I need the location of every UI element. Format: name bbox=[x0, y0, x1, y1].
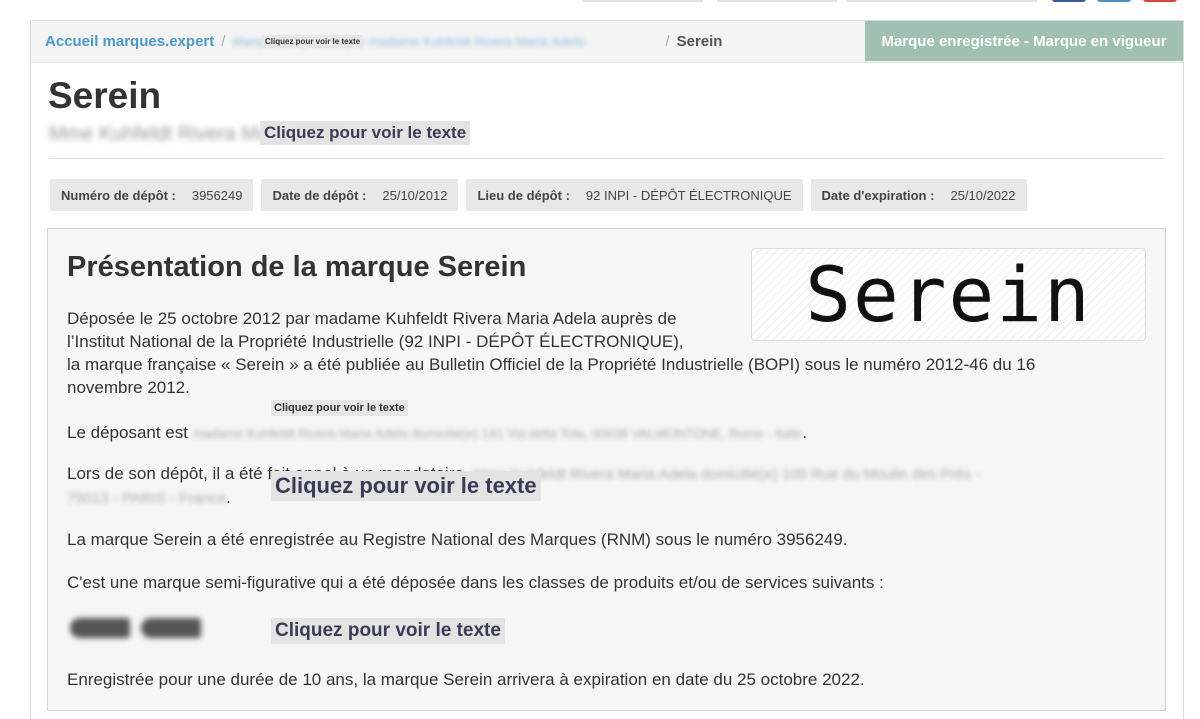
breadcrumb-home-link[interactable]: Accueil marques.expert bbox=[45, 33, 214, 50]
meta-key: Lieu de dépôt : bbox=[477, 187, 570, 203]
text-line: Déposée le 25 octobre 2012 par madame Ku… bbox=[67, 309, 677, 328]
divider bbox=[49, 158, 1164, 159]
text-line: la marque française « Serein » a été pub… bbox=[67, 355, 1036, 374]
paragraph-filing: Déposée le 25 octobre 2012 par madame Ku… bbox=[67, 307, 1035, 399]
agent-hidden: 75013 - PARIS - France bbox=[67, 490, 226, 507]
reveal-text-button[interactable]: Cliquez pour voir le texte bbox=[271, 471, 541, 501]
presentation-heading: Présentation de la marque Serein bbox=[67, 251, 527, 283]
reveal-text-button[interactable]: Cliquez pour voir le texte bbox=[271, 400, 408, 416]
meta-key: Date d'expiration : bbox=[821, 187, 935, 203]
paragraph-agent: Lors de son dépôt, il a été fait appel à… bbox=[67, 462, 1107, 510]
meta-key: Date de dépôt : bbox=[272, 187, 367, 203]
presentation-card: Présentation de la marque Serein Serein … bbox=[47, 228, 1166, 711]
paragraph-registration: La marque Serein a été enregistrée au Re… bbox=[67, 530, 848, 549]
applicant-prefix: Le déposant est bbox=[67, 423, 188, 442]
paragraph-expiration: Enregistrée pour une durée de 10 ans, la… bbox=[67, 670, 865, 689]
meta-value: 25/10/2012 bbox=[382, 187, 448, 203]
facebook-share-icon[interactable] bbox=[1052, 0, 1086, 2]
meta-key: Numéro de dépôt : bbox=[61, 187, 176, 203]
reveal-text-button[interactable]: Cliquez pour voir le texte bbox=[260, 121, 471, 145]
class-badge[interactable] bbox=[70, 618, 130, 638]
meta-expiration-date: Date d'expiration : 25/10/2022 bbox=[810, 179, 1027, 211]
meta-filing-date: Date de dépôt : 25/10/2012 bbox=[261, 179, 459, 211]
text-line: l’Institut National de la Propriété Indu… bbox=[67, 332, 684, 351]
top-divider bbox=[847, 0, 1037, 2]
class-badge[interactable] bbox=[141, 618, 201, 638]
reveal-text-button[interactable]: Cliquez pour voir le texte bbox=[262, 35, 364, 48]
top-divider bbox=[717, 0, 837, 2]
reveal-text-button[interactable]: Cliquez pour voir le texte bbox=[271, 618, 505, 644]
meta-value: 3956249 bbox=[191, 187, 243, 203]
page-title: Serein bbox=[48, 75, 162, 116]
google-share-icon[interactable] bbox=[1143, 0, 1177, 2]
trademark-page: Accueil marques.expert / Marques déposée… bbox=[30, 20, 1184, 719]
meta-value: 92 INPI - DÉPÔT ÉLECTRONIQUE bbox=[585, 187, 792, 203]
applicant-suffix: . bbox=[802, 423, 808, 442]
paragraph-applicant: Le déposant est madame Kuhfeldt Rivera M… bbox=[67, 421, 807, 445]
breadcrumb-separator: / bbox=[221, 33, 226, 50]
meta-filing-number: Numéro de dépôt : 3956249 bbox=[50, 179, 254, 211]
applicant-hidden: madame Kuhfeldt Rivera Maria Adela domic… bbox=[192, 426, 803, 441]
top-strip bbox=[0, 0, 1200, 10]
agent-hidden: Mme Kuhfeldt Rivera Maria Adela domicili… bbox=[473, 466, 981, 483]
breadcrumb-current: Serein bbox=[676, 33, 723, 50]
agent-suffix: . bbox=[225, 488, 231, 507]
meta-value: 25/10/2022 bbox=[950, 187, 1016, 203]
twitter-share-icon[interactable] bbox=[1097, 0, 1131, 2]
meta-row: Numéro de dépôt : 3956249 Date de dépôt … bbox=[50, 179, 1027, 211]
text-line: novembre 2012. bbox=[67, 378, 190, 397]
meta-filing-place: Lieu de dépôt : 92 INPI - DÉPÔT ÉLECTRON… bbox=[466, 179, 803, 211]
top-divider bbox=[583, 0, 703, 2]
status-badge: Marque enregistrée - Marque en vigueur bbox=[865, 21, 1183, 61]
breadcrumb-separator: / bbox=[665, 33, 670, 50]
paragraph-classes: C'est une marque semi-figurative qui a é… bbox=[67, 573, 884, 592]
